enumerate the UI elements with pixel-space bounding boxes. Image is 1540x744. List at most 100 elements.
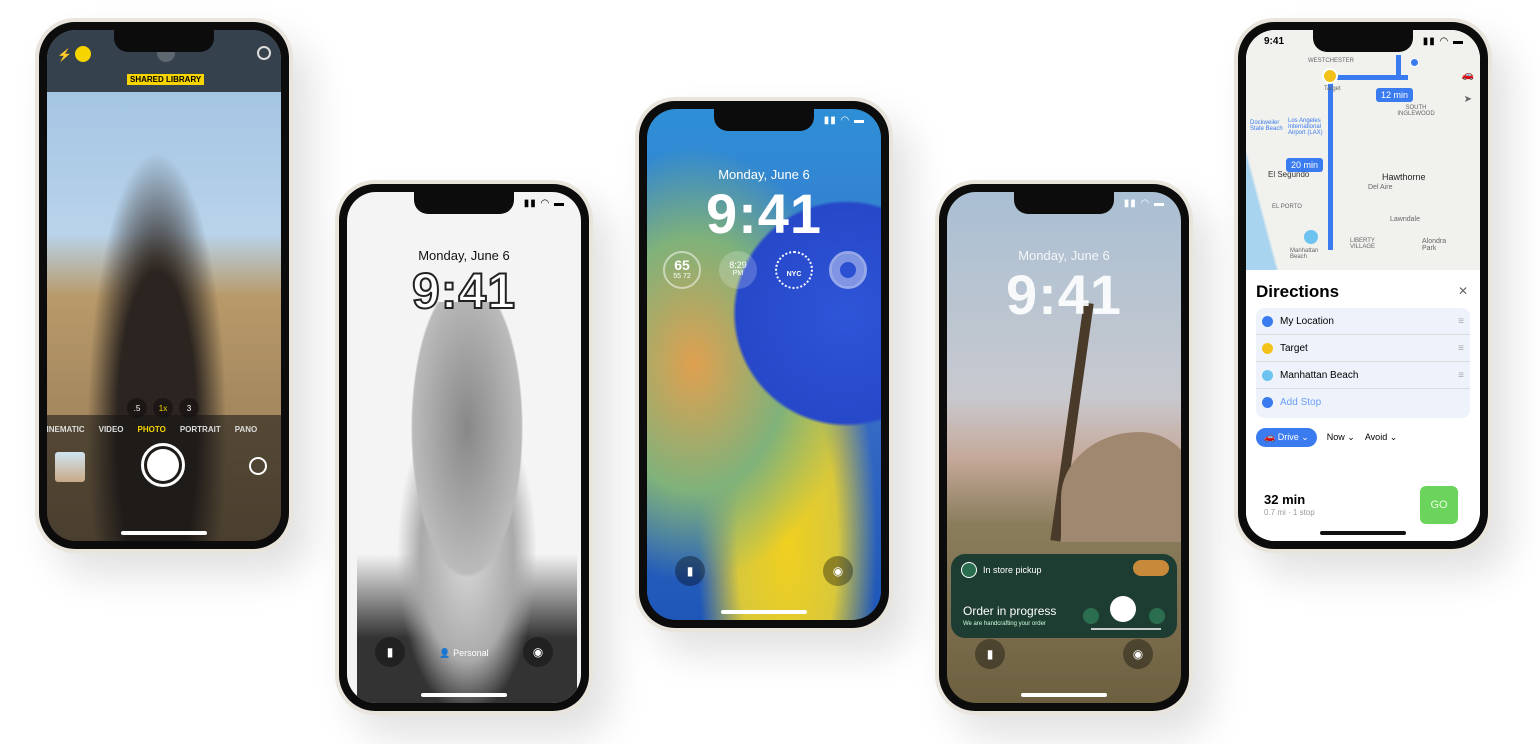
shared-library-badge: SHARED LIBRARY <box>127 74 205 85</box>
status-icons: ▮▮ ◠ ▬ <box>823 115 865 126</box>
world-clock-widget[interactable]: NYC <box>775 251 813 289</box>
lock-date: Monday, June 6 <box>718 167 810 182</box>
drag-handle-icon[interactable]: ≡ <box>1458 335 1464 362</box>
camera-button[interactable]: ◉ <box>1123 639 1153 669</box>
flashlight-button[interactable]: ▮ <box>675 556 705 586</box>
drive-label: Drive <box>1277 432 1299 442</box>
shared-library-icon[interactable] <box>75 46 91 62</box>
progress-location-icon <box>1083 608 1099 624</box>
status-time: 9:41 <box>1264 36 1285 47</box>
camera-button[interactable]: ◉ <box>823 556 853 586</box>
stops-list: My Location ≡ Target ≡ Manhattan Beach ≡ Ad… <box>1256 308 1470 418</box>
focus-name: Personal <box>453 648 489 658</box>
sunset-ampm: PM <box>732 270 744 277</box>
phone-maps: 9:41 ▮▮ ◠ ▬ 12 min 20 min WESTCHESTER Ta… <box>1234 18 1492 553</box>
drag-handle-icon[interactable]: ≡ <box>1458 308 1464 335</box>
location-icon <box>1262 316 1273 327</box>
directions-sheet: Directions ✕ My Location ≡ Target ≡ Manhat… <box>1246 274 1480 541</box>
lock-time: 9:41 <box>705 182 823 245</box>
activity-title: In store pickup <box>983 565 1042 575</box>
activity-rings-widget[interactable] <box>829 251 867 289</box>
sunset-widget[interactable]: 8:29 PM <box>719 251 757 289</box>
stop-label: Target <box>1280 343 1308 354</box>
map-label: LIBERTY VILLAGE <box>1350 238 1376 250</box>
progress-cup-icon <box>1149 608 1165 624</box>
live-photo-icon[interactable] <box>257 46 271 60</box>
map-label: El Segundo <box>1268 170 1310 179</box>
beach-pin-icon <box>1304 230 1318 244</box>
shutter-button[interactable] <box>141 443 185 487</box>
stop-row[interactable]: Target ≡ <box>1256 335 1470 362</box>
map-label: SOUTH INGLEWOOD <box>1397 105 1435 117</box>
map-label: Del Aire <box>1368 184 1393 191</box>
phone-lock-desert: ▮▮ ◠ ▬ Monday, June 6 9:41 In store pick… <box>935 180 1193 715</box>
order-items-icon <box>1133 560 1169 576</box>
map-label: Target <box>1324 86 1341 92</box>
stop-row[interactable]: Manhattan Beach ≡ <box>1256 362 1470 389</box>
add-stop-label: Add Stop <box>1280 397 1322 408</box>
mode-cinematic[interactable]: CINEMATIC <box>47 425 85 434</box>
car-mode-icon[interactable]: 🚗 <box>1462 70 1474 81</box>
live-activity-card[interactable]: In store pickup Order in progress We are… <box>951 554 1177 638</box>
map-label: Manhattan Beach <box>1290 248 1319 260</box>
target-icon <box>1262 343 1273 354</box>
map-label: Alondra Park <box>1422 238 1447 252</box>
go-label: GO <box>1430 499 1448 511</box>
go-button[interactable]: GO <box>1420 486 1458 524</box>
drive-button[interactable]: 🚗 Drive ⌄ <box>1256 428 1317 447</box>
close-icon[interactable]: ✕ <box>1458 284 1468 298</box>
route-line <box>1328 80 1333 250</box>
map-label: Hawthorne <box>1382 172 1426 182</box>
activity-subtitle: We are handcrafting your order <box>963 621 1046 627</box>
temp-low: 55 <box>673 273 682 280</box>
weather-widget[interactable]: 65 55 72 <box>663 251 701 289</box>
avoid-button[interactable]: Avoid ⌄ <box>1365 432 1397 443</box>
stop-label: Manhattan Beach <box>1280 370 1359 381</box>
temp-high: 72 <box>682 273 691 280</box>
starbucks-logo-icon <box>961 562 977 578</box>
flip-camera-icon[interactable] <box>249 457 267 475</box>
map-label: Lawndale <box>1390 216 1420 223</box>
mode-portrait[interactable]: PORTRAIT <box>180 425 221 434</box>
map-label: Los Angeles International Airport (LAX) <box>1288 118 1323 136</box>
map-label: Dockweiler State Beach <box>1250 120 1283 132</box>
map-label: WESTCHESTER <box>1308 58 1355 64</box>
phone-lock-color: ▮▮ ◠ ▬ Monday, June 6 9:41 65 55 72 8:29… <box>635 97 893 632</box>
map-view[interactable]: 12 min 20 min WESTCHESTER Target SOUTH I… <box>1246 30 1480 270</box>
camera-button[interactable]: ◉ <box>523 637 553 667</box>
photo-thumbnail[interactable] <box>55 452 85 482</box>
sheet-title: Directions <box>1256 282 1340 301</box>
now-label: Now <box>1326 432 1345 442</box>
map-label: EL PORTO <box>1272 204 1302 210</box>
flash-icon[interactable]: ⚡ <box>57 48 72 62</box>
add-stop-row[interactable]: Add Stop <box>1256 389 1470 416</box>
mode-photo[interactable]: PHOTO <box>138 425 166 434</box>
lock-date: Monday, June 6 <box>1018 248 1110 263</box>
avoid-label: Avoid <box>1364 432 1388 442</box>
lock-date: Monday, June 6 <box>418 248 510 263</box>
route-line <box>1396 55 1401 80</box>
status-icons: ▮▮ ◠ ▬ <box>1123 198 1165 209</box>
mode-pano[interactable]: PANO <box>235 425 258 434</box>
temperature: 65 <box>674 257 690 273</box>
phone-lock-bw: ▮▮ ◠ ▬ Monday, June 6 9:41 ▮ 👤 Personal … <box>335 180 593 715</box>
stop-label: My Location <box>1280 316 1334 327</box>
activity-status: Order in progress <box>963 604 1057 618</box>
flashlight-button[interactable]: ▮ <box>975 639 1005 669</box>
drag-handle-icon[interactable]: ≡ <box>1458 362 1464 389</box>
route-detail: 0.7 mi · 1 stop <box>1264 508 1315 517</box>
progress-track <box>1091 628 1161 630</box>
current-location-dot <box>1410 58 1419 67</box>
phone-camera: ⚡ ^ SHARED LIBRARY .5 1x 3 CINEMATIC VID… <box>35 18 293 553</box>
mode-video[interactable]: VIDEO <box>99 425 124 434</box>
clock-city: NYC <box>786 271 802 278</box>
rock-formation <box>1061 432 1181 542</box>
camera-controls: CINEMATIC VIDEO PHOTO PORTRAIT PANO <box>47 415 281 541</box>
now-button[interactable]: Now ⌄ <box>1327 432 1355 443</box>
progress-barista-icon <box>1110 596 1136 622</box>
lock-time: 9:41 <box>1005 263 1123 326</box>
stop-row[interactable]: My Location ≡ <box>1256 308 1470 335</box>
location-arrow-icon[interactable]: ➤ <box>1464 94 1472 105</box>
eta-badge-12: 12 min <box>1376 88 1414 102</box>
beach-icon <box>1262 370 1273 381</box>
